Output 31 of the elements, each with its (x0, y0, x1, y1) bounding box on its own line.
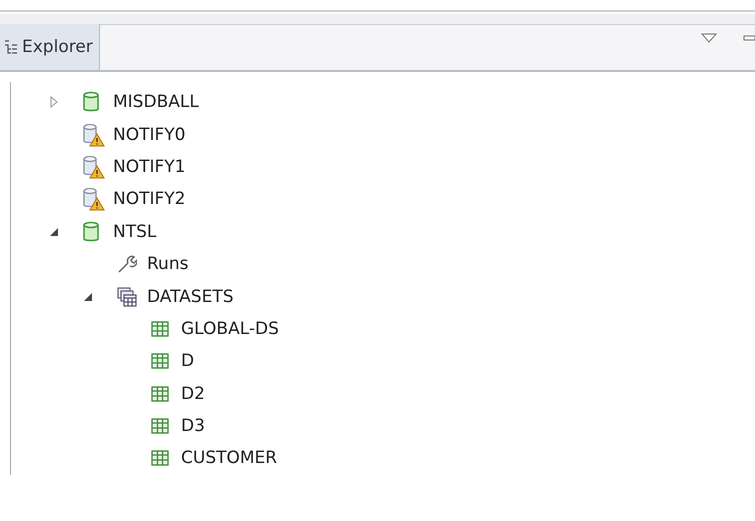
tree-item-label[interactable]: GLOBAL-DS (181, 318, 279, 339)
tree-list-icon (4, 39, 18, 55)
tree-item-label[interactable]: DATASETS (147, 286, 234, 307)
table-icon (151, 386, 169, 402)
collapse-arrow-icon[interactable] (49, 226, 59, 237)
tree-item-label[interactable]: D2 (181, 384, 205, 404)
database-icon (83, 220, 99, 243)
table-icon (151, 450, 169, 466)
database-warning-icon (83, 122, 105, 147)
view-menu-icon[interactable] (701, 33, 717, 43)
tree-item-label[interactable]: NOTIFY1 (113, 156, 186, 177)
tree-item-label[interactable]: NTSL (113, 222, 156, 242)
database-icon (83, 91, 99, 114)
table-icon (151, 418, 169, 434)
tree-item-label[interactable]: Runs (147, 254, 188, 274)
tree-item-label[interactable]: D3 (181, 416, 205, 436)
database-warning-icon (83, 187, 105, 212)
tree-item-label[interactable]: D (181, 351, 194, 372)
collapse-arrow-icon[interactable] (83, 292, 93, 302)
table-icon (151, 320, 169, 337)
minimize-icon[interactable] (743, 34, 755, 42)
database-warning-icon (83, 154, 105, 179)
wrench-icon (117, 254, 137, 274)
table-icon (151, 353, 169, 370)
stacked-tables-icon (117, 286, 137, 307)
tree-item-label[interactable]: NOTIFY2 (113, 189, 186, 210)
tree-item-label[interactable]: MISDBALL (113, 92, 199, 112)
explorer-tab[interactable]: Explorer (0, 24, 100, 70)
tree-item-label[interactable]: CUSTOMER (181, 448, 278, 468)
expand-arrow-icon[interactable] (49, 96, 59, 108)
tree-item-label[interactable]: NOTIFY0 (113, 124, 186, 145)
